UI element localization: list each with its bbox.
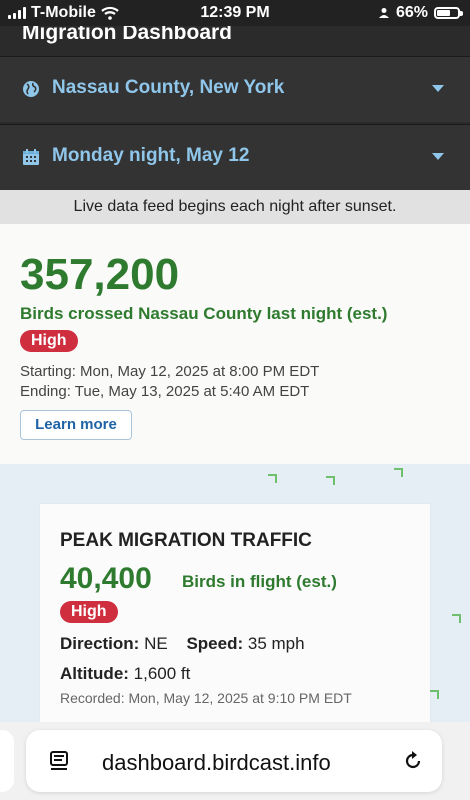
birds-crossed-count: 357,200: [20, 250, 180, 299]
learn-more-button[interactable]: Learn more: [20, 410, 132, 440]
peak-title: PEAK MIGRATION TRAFFIC: [60, 530, 312, 551]
date-selector[interactable]: Monday night, May 12: [0, 124, 470, 190]
status-bar: T-Mobile 12:39 PM 66%: [0, 0, 470, 26]
altitude-value: 1,600 ft: [133, 664, 191, 683]
chevron-down-icon: [432, 85, 444, 92]
recorded-time: Recorded: Mon, May 12, 2025 at 9:10 PM E…: [60, 690, 352, 706]
chevron-down-icon: [432, 153, 444, 160]
ending-time: Ending: Tue, May 13, 2025 at 5:40 AM EDT: [20, 383, 310, 400]
bird-arrow-marker: [430, 690, 439, 699]
location-label: Nassau County, New York: [52, 77, 285, 98]
peak-count: 40,400: [60, 562, 152, 595]
address-bar[interactable]: dashboard.birdcast.info: [26, 730, 442, 792]
previous-tab-edge[interactable]: [0, 730, 14, 792]
location-selector[interactable]: Nassau County, New York: [0, 56, 470, 122]
direction-label: Direction:: [60, 634, 140, 653]
speed-value: 35 mph: [247, 634, 305, 653]
peak-traffic-card: PEAK MIGRATION TRAFFIC 40,400 Birds in f…: [40, 504, 430, 722]
bird-arrow-marker: [268, 474, 277, 483]
last-night-panel: 357,200 Birds crossed Nassau County last…: [0, 224, 470, 464]
starting-time: Starting: Mon, May 12, 2025 at 8:00 PM E…: [20, 363, 320, 380]
browser-toolbar: dashboard.birdcast.info: [0, 722, 470, 800]
reload-icon[interactable]: [402, 750, 424, 772]
globe-icon: [23, 81, 39, 97]
person-icon: [378, 8, 389, 18]
date-label: Monday night, May 12: [52, 145, 250, 166]
bird-arrow-marker: [394, 468, 403, 477]
reader-mode-icon[interactable]: [48, 750, 70, 772]
status-right: 66%: [378, 4, 463, 22]
battery-fill: [437, 10, 451, 16]
peak-count-label: Birds in flight (est.): [182, 572, 337, 591]
intensity-badge: High: [20, 330, 78, 352]
direction-value: NE: [144, 634, 168, 653]
battery-percent: 66%: [395, 4, 428, 21]
bird-arrow-marker: [326, 476, 335, 485]
altitude-label: Altitude:: [60, 664, 129, 683]
bird-arrow-marker: [452, 614, 461, 623]
live-feed-notice: Live data feed begins each night after s…: [0, 190, 470, 224]
altitude-row: Altitude: 1,600 ft: [60, 664, 190, 684]
battery-icon: [434, 7, 463, 19]
birds-crossed-description: Birds crossed Nassau County last night (…: [20, 304, 388, 323]
peak-intensity-badge: High: [60, 601, 118, 623]
url-text: dashboard.birdcast.info: [102, 750, 331, 775]
speed-label: Speed:: [186, 634, 244, 653]
map-background: PEAK MIGRATION TRAFFIC 40,400 Birds in f…: [0, 464, 470, 722]
direction-speed-row: Direction: NE Speed: 35 mph: [60, 634, 305, 654]
app-header: Migration Dashboard: [0, 26, 470, 56]
time-range: Starting: Mon, May 12, 2025 at 8:00 PM E…: [20, 362, 319, 402]
page-title: Migration Dashboard: [22, 26, 233, 44]
calendar-icon: [23, 149, 39, 165]
